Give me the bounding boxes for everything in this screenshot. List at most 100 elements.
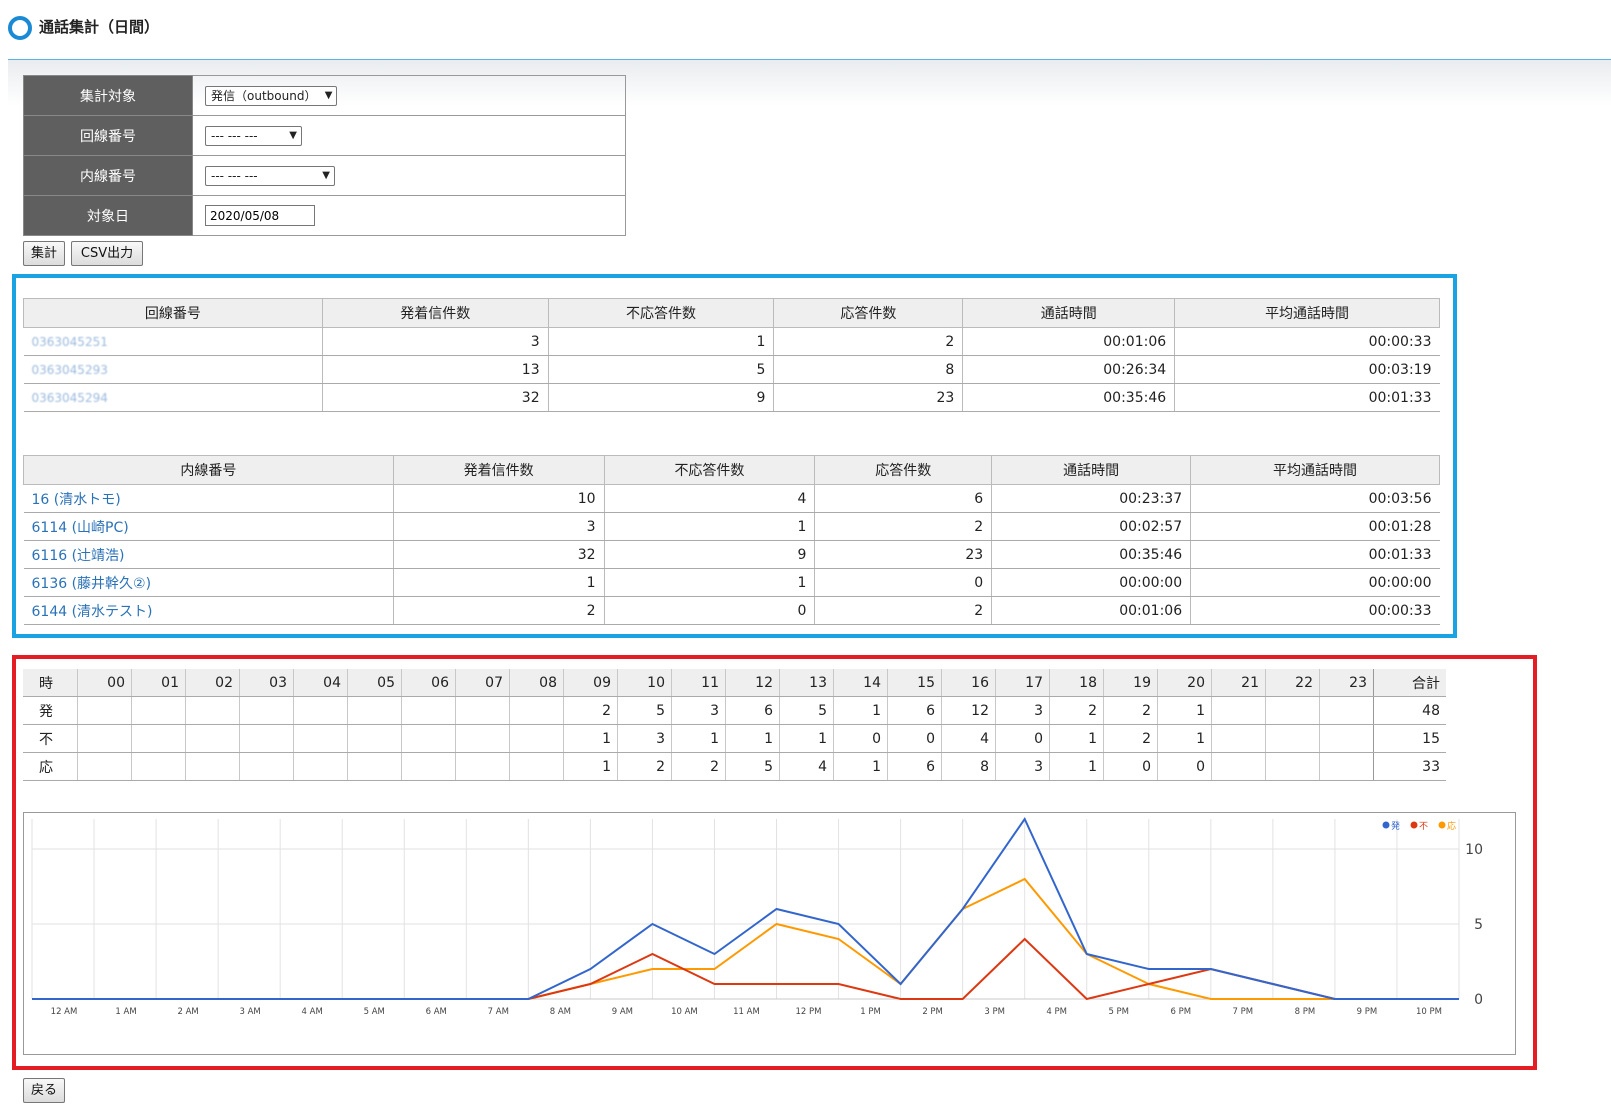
legend-marker: [1410, 821, 1418, 829]
line-number-select[interactable]: --- --- --- ▼: [205, 125, 302, 146]
hour-header: 05: [347, 669, 402, 697]
line-cell: 23: [773, 383, 963, 412]
x-tick-label: 4 PM: [1046, 1007, 1067, 1017]
y-tick-label: 10: [1465, 842, 1483, 858]
target-select[interactable]: 発信（outbound） ▼: [205, 85, 338, 106]
hourly-cell: [77, 752, 132, 781]
x-tick-label: 2 AM: [177, 1007, 198, 1017]
x-tick-label: 2 PM: [922, 1007, 943, 1017]
hourly-cell: 1: [833, 696, 888, 725]
series-line: [32, 816, 1459, 1000]
chevron-down-icon: ▼: [322, 169, 330, 181]
line-link[interactable]: 0363045251: [32, 335, 108, 349]
ext-link[interactable]: 6144 (清水テスト): [32, 604, 153, 620]
hourly-cell: 0: [995, 724, 1050, 753]
hourly-cell: 2: [617, 752, 672, 781]
line-header-4: 通話時間: [962, 298, 1176, 328]
hour-corner: 時: [23, 669, 78, 697]
hourly-cell: 4: [941, 724, 996, 753]
ext-cell: 9: [603, 540, 815, 569]
ext-cell: 1: [603, 512, 815, 541]
hourly-cell: 0: [887, 724, 942, 753]
hourly-cell: 1: [1049, 724, 1104, 753]
hourly-cell: 4: [779, 752, 834, 781]
hourly-cell: 2: [1103, 696, 1158, 725]
hourly-cell: 1: [671, 724, 726, 753]
ext-select-value: --- --- ---: [211, 168, 258, 183]
line-cell: 00:01:06: [962, 327, 1175, 356]
ext-link[interactable]: 6114 (山崎PC): [32, 520, 129, 536]
hourly-cell: 3: [995, 696, 1050, 725]
aggregate-button[interactable]: 集計: [23, 241, 65, 266]
x-tick-label: 9 AM: [612, 1007, 633, 1017]
hour-header: 08: [509, 669, 564, 697]
table-row: 6116 (辻靖浩) 32 9 23 00:35:46 00:01:33: [23, 540, 1440, 569]
line-cell: 00:01:33: [1174, 383, 1440, 412]
hourly-cell: 1: [833, 752, 888, 781]
ext-header-0: 内線番号: [23, 455, 394, 485]
hour-header: 03: [239, 669, 294, 697]
table-row: 6136 (藤井幹久②) 1 1 0 00:00:00 00:00:00: [23, 568, 1440, 597]
hour-header: 21: [1211, 669, 1266, 697]
legend-marker: [1382, 821, 1390, 829]
hourly-row: 応 1 2 2 5 4 1 6 8 3 1 0 0 33: [23, 752, 1446, 781]
hourly-cell: [1319, 696, 1374, 725]
hourly-cell: 1: [563, 752, 618, 781]
hourly-row: 不 1 3 1 1 1 0 0 4 0 1 2 1 15: [23, 724, 1446, 753]
hour-header: 19: [1103, 669, 1158, 697]
hourly-cell: [131, 752, 186, 781]
line-cell: 00:03:19: [1174, 355, 1440, 384]
ext-link[interactable]: 6116 (辻靖浩): [32, 548, 125, 564]
y-tick-label: 5: [1474, 917, 1483, 933]
hourly-cell: [1265, 752, 1320, 781]
hourly-row: 発 2 5 3 6 5 1 6 12 3 2 2 1 48: [23, 696, 1446, 725]
hourly-table: 時 00 01 02 03 04 05 06 07 08 09 10 11 12 13 14 15 16 17 18 1…: [23, 669, 1446, 781]
line-header-1: 発着信件数: [321, 298, 549, 328]
hourly-cell: [1319, 724, 1374, 753]
hourly-cell: [401, 724, 456, 753]
ext-cell: 6: [814, 484, 992, 513]
x-tick-label: 4 AM: [302, 1007, 323, 1017]
ext-cell: 3: [392, 512, 605, 541]
hour-header: 07: [455, 669, 510, 697]
x-tick-label: 10 PM: [1416, 1007, 1442, 1017]
hourly-cell: 5: [725, 752, 780, 781]
ext-cell: 00:02:57: [991, 512, 1191, 541]
table-row: 0363045293 13 5 8 00:26:34 00:03:19: [23, 355, 1440, 384]
hour-header: 16: [941, 669, 996, 697]
line-header-3: 応答件数: [773, 298, 964, 328]
ext-cell: 00:03:56: [1190, 484, 1440, 513]
legend-marker: [1438, 821, 1446, 829]
back-button[interactable]: 戻る: [23, 1078, 65, 1103]
hour-header: 10: [617, 669, 672, 697]
line-link[interactable]: 0363045294: [32, 391, 108, 405]
date-input[interactable]: [205, 205, 315, 226]
hourly-cell: 1: [725, 724, 780, 753]
line-cell: 00:00:33: [1174, 327, 1440, 356]
ext-link[interactable]: 6136 (藤井幹久②): [32, 576, 152, 592]
line-cell: 5: [547, 355, 774, 384]
x-tick-label: 7 AM: [488, 1007, 509, 1017]
hourly-cell: 1: [1157, 696, 1212, 725]
hourly-cell: [347, 696, 402, 725]
ext-link[interactable]: 16 (清水トモ): [32, 492, 121, 508]
x-tick-label: 7 PM: [1233, 1007, 1254, 1017]
hourly-cell: [1265, 696, 1320, 725]
csv-export-button[interactable]: CSV出力: [71, 241, 143, 266]
hourly-cell: 1: [779, 724, 834, 753]
line-cell: 00:35:46: [962, 383, 1175, 412]
chevron-down-icon: ▼: [324, 89, 333, 101]
hourly-cell: 1: [563, 724, 618, 753]
line-cell: 00:26:34: [962, 355, 1175, 384]
hourly-header-row: 時 00 01 02 03 04 05 06 07 08 09 10 11 12 13 14 15 16 17 18 1…: [23, 669, 1446, 697]
y-tick-label: 0: [1474, 992, 1483, 1008]
line-link[interactable]: 0363045293: [32, 363, 108, 377]
hour-header: 14: [833, 669, 888, 697]
line-cell: 3: [321, 327, 549, 356]
extension-select[interactable]: --- --- --- ▼: [205, 165, 335, 186]
table-row: 6144 (清水テスト) 2 0 2 00:01:06 00:00:33: [23, 596, 1440, 625]
ext-cell: 6114 (山崎PC): [23, 512, 394, 541]
chevron-down-icon: ▼: [289, 129, 297, 141]
extension-stats-table: 内線番号 発着信件数 不応答件数 応答件数 通話時間 平均通話時間 16 (清水トモ) 10…: [23, 455, 1440, 625]
page-title: 通話集計（日間）: [39, 18, 160, 36]
